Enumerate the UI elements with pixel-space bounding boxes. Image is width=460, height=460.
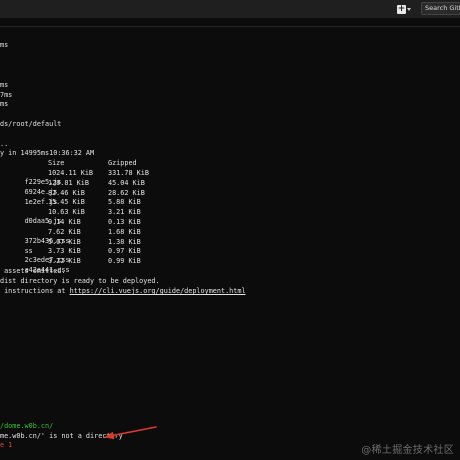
file-gzipped: 45.04 KiB (108, 179, 145, 187)
file-size: 3.22 KiB (48, 257, 81, 265)
file-size: 15.45 KiB (48, 198, 85, 206)
exit-code-text: e 1 (0, 441, 13, 449)
terminal-line: ms (0, 81, 9, 89)
header-bar: + Search GitLab (0, 0, 460, 18)
file-size: 5.07 KiB (48, 238, 81, 246)
deployment-guide-link[interactable]: https://cli.vuejs.org/guide/deployment.h… (70, 287, 246, 295)
path-text: /dome.w0b.cn/ (0, 422, 54, 430)
terminal-line: ms (0, 41, 9, 49)
header-divider (0, 26, 460, 27)
instructions-line: instructions at https://cli.vuejs.org/gu… (0, 287, 246, 296)
file-size: 7.62 KiB (48, 228, 81, 236)
file-gzipped: 28.62 KiB (108, 189, 145, 197)
table-row: 0.14 KiB 0.13 KiB (0, 218, 460, 227)
assets-omitted-line: assets omitted. (0, 267, 66, 275)
terminal-line: ms (0, 100, 9, 108)
file-size: 128.81 KiB (48, 179, 89, 187)
search-input[interactable]: Search GitLab (421, 2, 460, 15)
table-row: d0daa5.js 10.63 KiB 3.21 KiB (0, 208, 460, 225)
file-gzipped: 5.88 KiB (108, 198, 141, 206)
file-gzipped: 331.78 KiB (108, 169, 149, 177)
gzipped-header: Gzipped (108, 159, 137, 167)
file-gzipped: 0.13 KiB (108, 218, 141, 226)
terminal-line: ds/root/default (0, 120, 62, 128)
table-row: 15.45 KiB 5.88 KiB (0, 198, 460, 207)
table-row: ss 5.07 KiB 1.38 KiB (0, 238, 460, 255)
file-gzipped: 0.97 KiB (108, 247, 141, 255)
terminal-line: .. (0, 140, 9, 148)
file-gzipped: 3.21 KiB (108, 208, 141, 216)
annotation-arrow-icon (104, 426, 157, 440)
file-size: 3.73 KiB (48, 247, 81, 255)
plus-icon: + (397, 3, 406, 14)
terminal-screenshot: + Search GitLab ms ms 7ms ms ds/root/def… (0, 0, 460, 460)
build-done-line: y in 14995ms10:36:32 AM (0, 149, 95, 157)
new-menu-button[interactable]: + (397, 3, 415, 15)
exit-line: e 1 (0, 441, 12, 450)
terminal-line: 7ms (0, 91, 13, 99)
watermark: @稀土掘金技术社区 (361, 445, 454, 456)
file-gzipped: 1.68 KiB (108, 228, 141, 236)
size-header: Size (48, 159, 65, 167)
path-line: /dome.w0b.cn/ (0, 422, 53, 431)
table-row: f229e5.js 1024.11 KiB 331.78 KiB (0, 169, 460, 186)
file-size: 1024.11 KiB (48, 169, 94, 177)
ready-line: dist directory is ready to be deployed. (0, 277, 160, 285)
file-size: 0.14 KiB (48, 218, 81, 226)
instructions-text: instructions at (0, 287, 70, 295)
table-row: 1e2ef.js 82.46 KiB 28.62 KiB (0, 189, 460, 206)
file-gzipped: 0.99 KiB (108, 257, 141, 265)
table-row: 2c3ede7.css 3.73 KiB 0.97 KiB (0, 247, 460, 264)
table-header: Size Gzipped (0, 159, 460, 168)
table-row: a42a441.css 3.22 KiB 0.99 KiB (0, 257, 460, 274)
file-size: 10.63 KiB (48, 208, 85, 216)
table-row: 6924e.js 128.81 KiB 45.04 KiB (0, 179, 460, 196)
table-row: 372b436.css 7.62 KiB 1.68 KiB (0, 228, 460, 245)
file-gzipped: 1.38 KiB (108, 238, 141, 246)
chevron-down-icon (407, 7, 411, 11)
file-size: 82.46 KiB (48, 189, 85, 197)
